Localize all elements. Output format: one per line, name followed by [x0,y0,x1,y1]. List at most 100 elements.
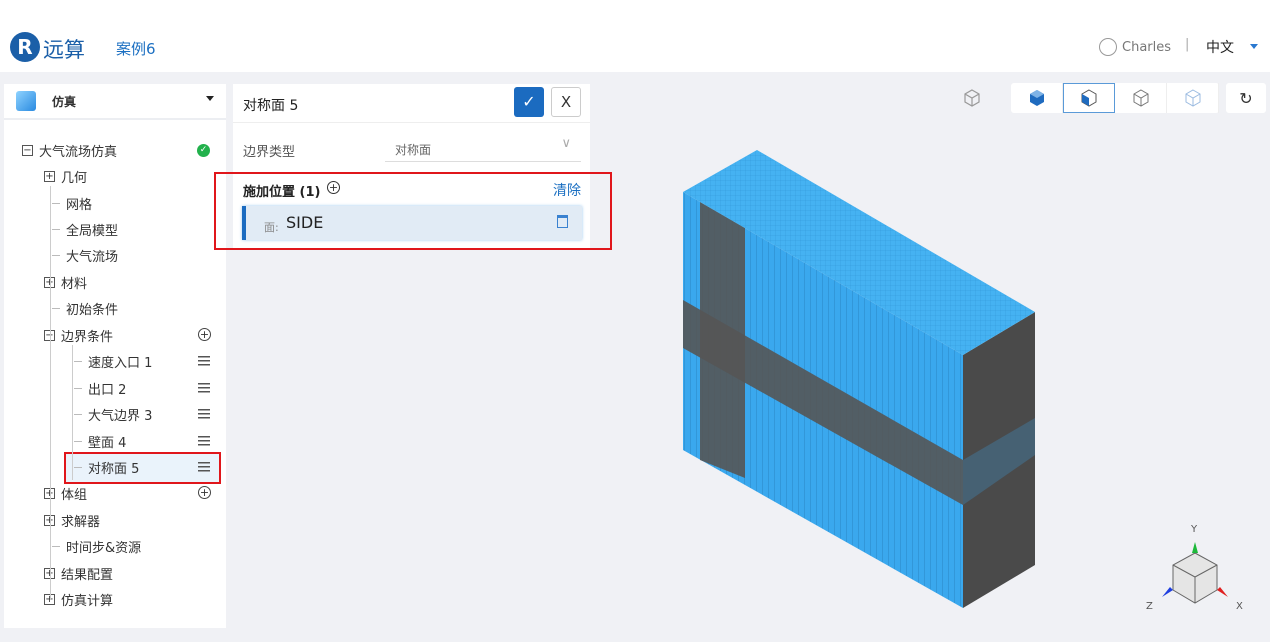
user-menu[interactable]: Charles [1099,38,1171,56]
logo: R [10,32,40,62]
case-name[interactable]: 案例6 [116,38,156,59]
solid-edges-cube-icon [1081,89,1097,107]
y-axis-label: Y [1190,524,1198,535]
boundary-type-value: 对称面 [395,143,432,157]
tree-connector [52,545,60,547]
tree-guide-line [50,186,51,600]
tree-item-label: 速度入口 1 [88,355,153,371]
menu-lines-icon[interactable] [198,356,210,366]
language-select[interactable]: 中文 [1206,37,1234,57]
tree-item-label: 初始条件 [66,302,119,318]
tree-item-label: 全局模型 [66,223,119,239]
status-ok-icon: ✓ [197,144,210,157]
tree-connector [74,440,82,442]
tree-item[interactable]: 网格 [52,193,92,213]
tree-item-label: 结果配置 [61,567,114,583]
sidebar-header[interactable]: 仿真 [4,84,226,120]
confirm-button[interactable]: ✓ [514,87,544,117]
view-solid-button[interactable] [1011,83,1063,113]
menu-lines-icon[interactable] [198,409,210,419]
tree-connector [74,413,82,415]
points-cube-icon [1185,89,1200,107]
tree-item-label: 求解器 [61,514,101,530]
tree-item[interactable]: + 几何 [44,166,87,186]
tree-item[interactable]: 壁面 4 [74,431,126,451]
tree-connector [74,387,82,389]
tree-item[interactable]: 大气流场 [52,245,118,265]
mesh-right-face [963,312,1035,608]
tree-item[interactable]: + 仿真计算 [44,589,113,609]
view-points-button[interactable] [1167,83,1219,113]
mesh-gray-band-vertical [700,202,745,478]
tree-item-label: 大气流场 [66,249,119,265]
chevron-down-icon: ∨ [561,136,571,151]
tree-item[interactable]: + 求解器 [44,510,100,530]
view-solid-edges-button[interactable] [1063,83,1115,113]
y-axis-arrow [1192,542,1198,553]
separator: | [1185,37,1190,52]
add-icon[interactable]: + [198,486,211,499]
tree-item-label: 体组 [61,487,88,503]
tree-item-label: 对称面 5 [88,461,140,477]
tree-item[interactable]: 全局模型 [52,219,118,239]
view-wireframe-button[interactable] [1115,83,1167,113]
axis-triad[interactable]: Y Z X [1140,515,1250,615]
tree-item-label: 边界条件 [61,329,114,345]
tree-item-label: 大气边界 3 [88,408,153,424]
mesh-top-face [683,150,1035,355]
tree-item-label: 大气流场仿真 [39,144,118,160]
expand-icon[interactable]: + [44,170,55,182]
mesh-front-face [683,192,963,608]
tree-connector [52,228,60,230]
z-axis-label: Z [1146,601,1153,612]
tree-item[interactable]: 大气边界 3 [74,404,152,424]
tree-item-label: 仿真计算 [61,593,114,609]
tree-item[interactable]: − 边界条件 [44,325,113,345]
mesh-gray-band-horizontal [683,300,963,505]
user-icon [1099,38,1117,56]
tree-connector [52,254,60,256]
tree-item[interactable]: 初始条件 [52,298,118,318]
collapse-icon[interactable]: − [22,144,33,156]
dropdown-caret-icon[interactable] [206,96,214,101]
x-axis-arrow [1217,587,1228,597]
z-axis-arrow [1162,587,1173,597]
boundary-type-select[interactable]: 对称面 ∨ [385,132,581,162]
boundary-type-label: 边界类型 [243,145,296,160]
tree-item-label: 壁面 4 [88,435,127,451]
tree-guide-line [72,345,73,480]
tree-item[interactable]: − 大气流场仿真 [22,140,117,160]
menu-lines-icon[interactable] [198,436,210,446]
cube-icon [16,91,36,111]
brand-name: 远算 [43,38,85,62]
location-highlight [214,172,612,250]
panel-title: 对称面 5 [243,98,299,114]
tree-item[interactable]: 速度入口 1 [74,351,152,371]
menu-lines-icon[interactable] [198,383,210,393]
tree-item-label: 时间步&资源 [66,540,142,556]
tree-item-label: 网格 [66,197,93,213]
caret-down-icon[interactable] [1250,44,1258,49]
cube-view-icon[interactable] [962,88,982,108]
tree-item-label: 几何 [61,170,88,186]
tree-item-label: 出口 2 [88,382,127,398]
menu-lines-icon[interactable] [198,462,210,472]
tree-connector [52,307,60,309]
close-button[interactable]: X [551,87,581,117]
tree-connector [74,360,82,362]
solid-cube-icon [1029,90,1044,106]
x-axis-label: X [1236,601,1243,612]
add-icon[interactable]: + [198,328,211,341]
tree-item[interactable]: + 结果配置 [44,563,113,583]
tree-item[interactable]: 出口 2 [74,378,126,398]
reset-view-button[interactable]: ↻ [1226,83,1266,113]
tree-item[interactable]: 时间步&资源 [52,536,141,556]
divider [233,122,590,123]
tree-connector [52,202,60,204]
wireframe-cube-icon [1133,89,1148,107]
tree-connector [74,466,82,468]
mesh-right-band [963,418,1035,505]
tree-item[interactable]: 对称面 5 [74,457,139,477]
user-name: Charles [1122,39,1172,55]
top-header: R 远算 案例6 Charles | 中文 [0,0,1270,72]
